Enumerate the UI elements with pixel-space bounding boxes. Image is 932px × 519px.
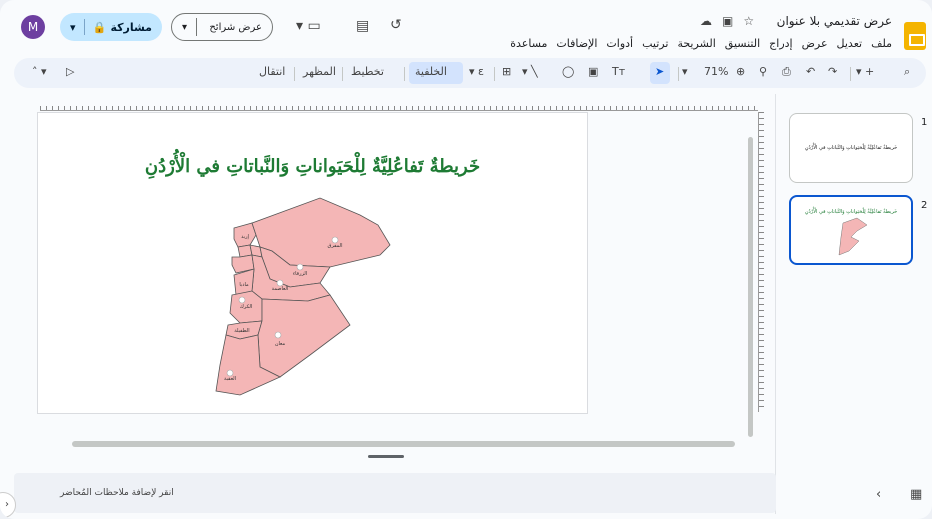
undo-icon[interactable]: ↶ bbox=[806, 65, 815, 78]
star-icon[interactable]: ☆ bbox=[743, 14, 754, 28]
svg-text:المفرق: المفرق bbox=[328, 243, 343, 249]
share-label: مشاركة bbox=[110, 20, 152, 34]
svg-text:العقبة: العقبة bbox=[224, 376, 236, 382]
image-icon[interactable]: ▣ bbox=[588, 65, 598, 78]
line-icon[interactable]: ▾ ╲ bbox=[522, 65, 538, 78]
comment-add-icon[interactable]: ⊞ bbox=[502, 65, 511, 78]
shape-icon[interactable]: ◯ bbox=[562, 65, 574, 78]
lock-icon: 🔒 bbox=[92, 20, 107, 34]
menu-format[interactable]: التنسيق bbox=[725, 37, 760, 50]
layout-button[interactable]: تخطيط bbox=[351, 65, 384, 78]
slideshow-dropdown-icon[interactable]: ▾ bbox=[182, 22, 187, 33]
thumbnail-caption: خَريطةٌ تَفاعُلِيَّةٌ لِلْحَيَواناتِ وَا… bbox=[804, 209, 898, 215]
comments-icon[interactable]: ▤ bbox=[356, 18, 369, 34]
share-dropdown-icon[interactable]: ▾ bbox=[70, 21, 76, 34]
redo-icon[interactable]: ↷ bbox=[828, 65, 837, 78]
grid-view-icon[interactable]: ▦ bbox=[910, 487, 922, 502]
account-avatar[interactable]: M bbox=[21, 15, 45, 39]
menu-arrange[interactable]: ترتيب bbox=[642, 37, 668, 50]
horizontal-ruler[interactable] bbox=[40, 97, 758, 111]
vertical-scrollbar[interactable] bbox=[748, 137, 753, 437]
menu-tools[interactable]: أدوات bbox=[606, 37, 633, 50]
svg-text:الكرك: الكرك bbox=[240, 304, 253, 310]
new-slide-icon[interactable]: ▾ + bbox=[856, 65, 874, 78]
select-cursor-icon[interactable]: ➤ bbox=[655, 65, 664, 78]
svg-text:مادبا: مادبا bbox=[239, 282, 249, 288]
menu-file[interactable]: ملف bbox=[871, 37, 892, 50]
paint-format-icon[interactable]: ⚲ bbox=[759, 65, 767, 78]
slideshow-button[interactable]: ▾ عرض شرائح bbox=[171, 13, 273, 41]
panel-divider bbox=[775, 94, 776, 514]
thumbnail-map bbox=[838, 217, 868, 256]
thumbnail-caption: خَريطةٌ تَفاعُلِيَّةٌ لِلْحَيَواناتِ وَا… bbox=[804, 145, 898, 151]
theme-button[interactable]: المظهر bbox=[303, 65, 336, 78]
menu-extensions[interactable]: الإضافات bbox=[556, 37, 597, 50]
slideshow-label: عرض شرائح bbox=[209, 21, 262, 33]
collapse-filmstrip-icon[interactable]: ‹ bbox=[876, 487, 881, 502]
notes-resize-handle[interactable] bbox=[368, 455, 404, 458]
background-button[interactable]: الخلفية bbox=[415, 65, 447, 78]
title-icons: ☁ ▣ ☆ bbox=[700, 14, 754, 28]
slide-thumbnail-1[interactable]: خَريطةٌ تَفاعُلِيَّةٌ لِلْحَيَواناتِ وَا… bbox=[789, 113, 913, 183]
slide-thumbnail-2[interactable]: خَريطةٌ تَفاعُلِيَّةٌ لِلْحَيَواناتِ وَا… bbox=[789, 195, 913, 265]
menu-view[interactable]: عرض bbox=[802, 37, 828, 50]
text-box-icon[interactable]: Tт bbox=[612, 65, 625, 78]
horizontal-scrollbar[interactable] bbox=[72, 441, 735, 447]
svg-text:العاصمة: العاصمة bbox=[272, 286, 289, 292]
zoom-dropdown-icon[interactable]: ▾ bbox=[682, 65, 688, 78]
slides-logo-icon[interactable] bbox=[904, 22, 926, 50]
speaker-notes-placeholder[interactable]: انقر لإضافة ملاحظات المُحاضر bbox=[60, 488, 174, 498]
slide-number: 1 bbox=[921, 117, 928, 128]
folder-move-icon[interactable]: ▣ bbox=[722, 14, 733, 28]
menu-help[interactable]: مساعدة bbox=[510, 37, 547, 50]
slide-number: 2 bbox=[921, 200, 928, 211]
collapse-icon[interactable]: ˄ ▾ bbox=[32, 65, 47, 78]
share-button[interactable]: ▾ مشاركة 🔒 bbox=[60, 13, 162, 41]
jordan-map[interactable]: إربد المفرق الزرقاء العاصمة مادبا الكرك … bbox=[200, 195, 400, 405]
slide-title[interactable]: خَريطةٌ تَفاعُلِيَّةٌ لِلْحَيَواناتِ وَا… bbox=[37, 156, 588, 177]
menu-bar: ملف تعديل عرض إدراج التنسيق الشريحة ترتي… bbox=[510, 37, 892, 50]
document-title[interactable]: عرض تقديمي بلا عنوان bbox=[777, 14, 892, 28]
print-icon[interactable]: ⎙ bbox=[782, 65, 791, 79]
search-menus-icon[interactable]: ⌕ bbox=[904, 65, 910, 79]
menu-edit[interactable]: تعديل bbox=[837, 37, 863, 50]
slides-editor: عرض تقديمي بلا عنوان ☁ ▣ ☆ ملف تعديل عرض… bbox=[0, 0, 932, 519]
zoom-level[interactable]: 71% bbox=[704, 65, 728, 78]
svg-text:الطفيلة: الطفيلة bbox=[234, 328, 249, 334]
pen-mode-icon[interactable]: ▷ bbox=[66, 65, 74, 78]
region-maan[interactable] bbox=[257, 294, 351, 378]
zoom-icon[interactable]: ⊕ bbox=[736, 65, 745, 78]
menu-insert[interactable]: إدراج bbox=[769, 37, 792, 50]
svg-text:الزرقاء: الزرقاء bbox=[293, 271, 307, 277]
svg-text:إربد: إربد bbox=[241, 234, 249, 240]
video-call-icon[interactable]: ▾ ▭ bbox=[296, 18, 321, 34]
transition-button[interactable]: انتقال bbox=[259, 65, 285, 78]
vertical-ruler[interactable] bbox=[758, 112, 768, 412]
more-options-icon[interactable]: ▾ ε bbox=[469, 65, 484, 78]
svg-text:معان: معان bbox=[275, 341, 286, 347]
toolbar: ˄ ▾ ▷ انتقال المظهر تخطيط الخلفية ▾ ε ⊞ … bbox=[14, 58, 926, 88]
menu-slide[interactable]: الشريحة bbox=[677, 37, 715, 50]
history-icon[interactable]: ↺ bbox=[390, 17, 402, 33]
cloud-status-icon[interactable]: ☁ bbox=[700, 14, 712, 28]
